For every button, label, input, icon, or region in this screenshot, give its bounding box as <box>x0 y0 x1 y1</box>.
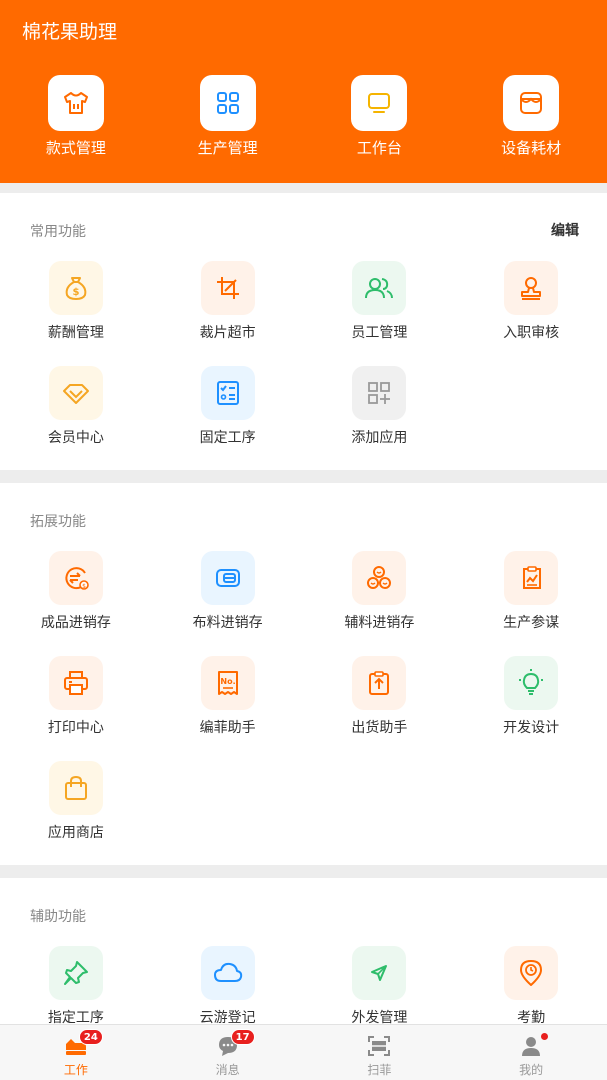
app-label: 开发设计 <box>503 720 560 736</box>
fabric-icon <box>200 551 255 605</box>
quick-equipment-supplies[interactable]: 设备耗材 <box>455 75 607 158</box>
app-production-advisor[interactable]: 生产参谋 <box>455 551 607 656</box>
tab-scan[interactable]: 扫菲 <box>304 1025 456 1080</box>
shopping-bag-icon <box>48 761 103 815</box>
tab-label: 我的 <box>519 1063 544 1077</box>
tab-work[interactable]: 24 工作 <box>0 1025 152 1080</box>
printer-icon <box>48 656 103 710</box>
quick-style-management[interactable]: 款式管理 <box>0 75 152 158</box>
svg-text:$: $ <box>82 583 86 590</box>
users-icon <box>352 261 407 315</box>
app-bundle-ticket-assistant[interactable]: No. 编菲助手 <box>152 656 304 761</box>
stamp-icon <box>504 261 559 315</box>
app-label: 成品进销存 <box>40 615 111 631</box>
crop-icon <box>200 261 255 315</box>
app-label: 辅料进销存 <box>344 615 415 631</box>
tab-mine[interactable]: 我的 <box>455 1025 607 1080</box>
app-accessories-inventory[interactable]: 辅料进销存 <box>304 551 456 656</box>
report-icon <box>504 551 559 605</box>
work-badge: 24 <box>78 1029 103 1045</box>
app-app-store[interactable]: 应用商店 <box>0 761 152 866</box>
quick-label: 设备耗材 <box>501 139 562 157</box>
tab-label: 工作 <box>63 1063 88 1077</box>
app-finished-goods-inventory[interactable]: $ 成品进销存 <box>0 551 152 656</box>
checklist-icon <box>200 366 255 420</box>
app-shipping-assistant[interactable]: 出货助手 <box>304 656 456 761</box>
clock-location-icon <box>504 946 559 1000</box>
ticket-icon: No. <box>200 656 255 710</box>
extended-functions-section: 拓展功能 $ 成品进销存 布料进销存 辅料进销存 生产参谋 打印中心 No. 编… <box>0 483 607 865</box>
app-header: 棉花果助理 款式管理 生产管理 工作台 设备耗材 <box>0 0 607 183</box>
app-title: 棉花果助理 <box>22 21 118 43</box>
grid-icon <box>199 75 256 131</box>
shipment-icon <box>352 656 407 710</box>
app-salary-management[interactable]: $ 薪酬管理 <box>0 261 152 366</box>
svg-text:No.: No. <box>220 677 235 686</box>
diamond-icon <box>48 366 103 420</box>
exchange-icon: $ <box>48 551 103 605</box>
app-label: 编菲助手 <box>199 720 256 736</box>
work-icon: 24 <box>63 1029 103 1058</box>
common-functions-section: 常用功能 编辑 $ 薪酬管理 裁片超市 员工管理 入职审核 会员中心 固定工序 … <box>0 193 607 470</box>
quick-label: 款式管理 <box>45 139 106 157</box>
app-label: 薪酬管理 <box>47 325 104 341</box>
store-icon <box>503 75 560 131</box>
app-member-center[interactable]: 会员中心 <box>0 366 152 471</box>
app-label: 应用商店 <box>47 825 104 841</box>
app-employee-management[interactable]: 员工管理 <box>304 261 456 366</box>
section-title: 拓展功能 <box>30 514 86 530</box>
quick-label: 生产管理 <box>197 139 258 157</box>
section-title: 辅助功能 <box>30 909 86 925</box>
messages-badge: 17 <box>230 1029 255 1045</box>
app-label: 生产参谋 <box>503 615 560 631</box>
add-apps-icon <box>352 366 407 420</box>
notification-dot <box>541 1033 549 1040</box>
scan-icon <box>366 1034 392 1058</box>
app-print-center[interactable]: 打印中心 <box>0 656 152 761</box>
app-label: 入职审核 <box>503 325 560 341</box>
cloud-icon <box>200 946 255 1000</box>
quick-actions: 款式管理 生产管理 工作台 设备耗材 <box>0 75 607 158</box>
send-icon <box>352 946 407 1000</box>
quick-workbench[interactable]: 工作台 <box>304 75 456 158</box>
section-title: 常用功能 <box>30 224 86 240</box>
quick-production-management[interactable]: 生产管理 <box>152 75 304 158</box>
app-add-application[interactable]: 添加应用 <box>304 366 456 471</box>
tab-label: 消息 <box>215 1063 240 1077</box>
app-label: 布料进销存 <box>192 615 263 631</box>
monitor-icon <box>351 75 408 131</box>
app-label: 固定工序 <box>199 430 256 446</box>
bulb-icon <box>504 656 559 710</box>
app-label: 添加应用 <box>351 430 408 446</box>
app-fixed-process[interactable]: 固定工序 <box>152 366 304 471</box>
quick-label: 工作台 <box>356 139 402 157</box>
app-label: 裁片超市 <box>199 325 256 341</box>
chat-icon: 17 <box>215 1029 255 1058</box>
app-onboarding-review[interactable]: 入职审核 <box>455 261 607 366</box>
app-fabric-inventory[interactable]: 布料进销存 <box>152 551 304 656</box>
money-bag-icon: $ <box>48 261 103 315</box>
pin-icon <box>48 946 103 1000</box>
auxiliary-functions-section: 辅助功能 指定工序 云游登记 外发管理 考勤 <box>0 878 607 1028</box>
user-icon <box>518 1033 549 1058</box>
shirt-icon <box>47 75 104 131</box>
app-label: 出货助手 <box>351 720 408 736</box>
buttons-icon <box>352 551 407 605</box>
tab-label: 扫菲 <box>367 1063 392 1077</box>
tab-messages[interactable]: 17 消息 <box>152 1025 304 1080</box>
app-development-design[interactable]: 开发设计 <box>455 656 607 761</box>
svg-text:$: $ <box>72 287 79 298</box>
app-label: 会员中心 <box>47 430 104 446</box>
bottom-tab-bar: 24 工作 17 消息 扫菲 我的 <box>0 1024 607 1080</box>
app-cut-piece-market[interactable]: 裁片超市 <box>152 261 304 366</box>
edit-button[interactable]: 编辑 <box>551 220 579 240</box>
app-label: 打印中心 <box>47 720 104 736</box>
app-label: 员工管理 <box>351 325 408 341</box>
